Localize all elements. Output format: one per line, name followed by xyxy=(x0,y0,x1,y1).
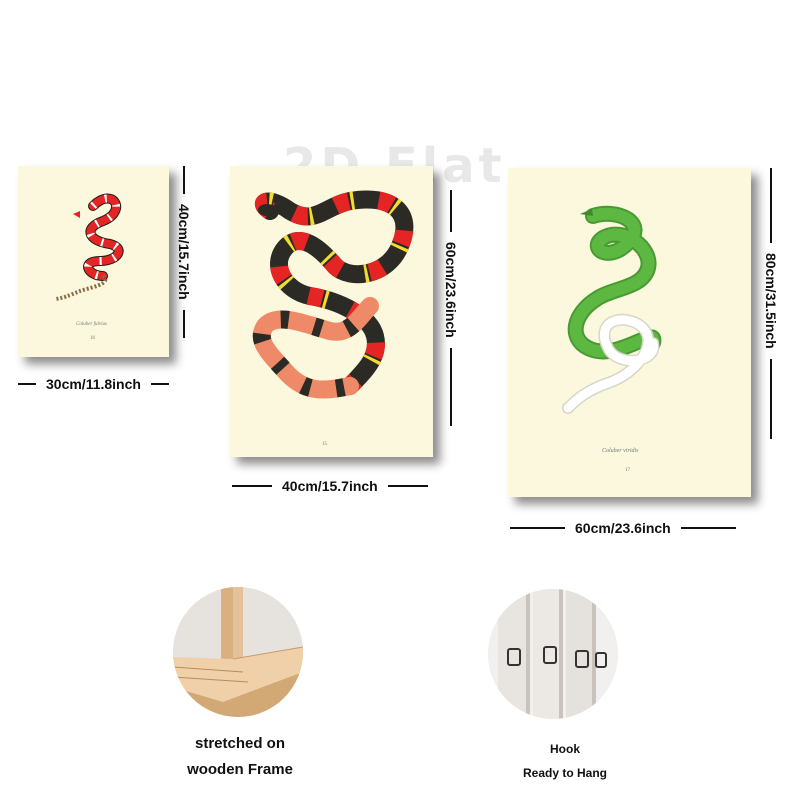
hanging-hook-icon xyxy=(488,589,618,719)
feature-line-2: wooden Frame xyxy=(187,761,293,778)
small-canvas-height-dimension: 40cm/15.7inch xyxy=(176,166,192,357)
plate-number: 16 xyxy=(90,336,95,341)
species-caption: Coluber fulvius xyxy=(76,322,107,327)
small-canvas-width-dimension: 30cm/11.8inch xyxy=(18,376,169,392)
stretched-frame-label: stretched on wooden Frame xyxy=(160,731,320,783)
plate-number: 17 xyxy=(625,468,630,473)
species-caption: Coluber viridis xyxy=(602,448,639,454)
feature-line-2: Ready to Hang xyxy=(522,766,607,780)
plate-number: 15 xyxy=(322,442,327,447)
large-canvas-width-dimension: 60cm/23.6inch xyxy=(510,520,736,536)
medium-canvas-print: 15 xyxy=(230,166,433,457)
medium-canvas-height-dimension: 60cm/23.6inch xyxy=(443,190,459,452)
feature-line-1: stretched on xyxy=(194,735,285,752)
coral-snake-illustration xyxy=(252,190,414,399)
small-canvas-print: Coluber fulvius 16 xyxy=(18,166,169,357)
hook-label: Hook Ready to Hang xyxy=(500,737,630,785)
feature-line-1: Hook xyxy=(550,742,580,756)
medium-canvas-width-dimension: 40cm/15.7inch xyxy=(232,478,428,494)
wooden-frame-corner-icon xyxy=(173,587,303,717)
red-white-snake-illustration xyxy=(55,193,124,301)
large-canvas-print: Coluber viridis 17 xyxy=(508,168,751,497)
large-canvas-height-dimension: 80cm/31.5inch xyxy=(763,168,779,498)
